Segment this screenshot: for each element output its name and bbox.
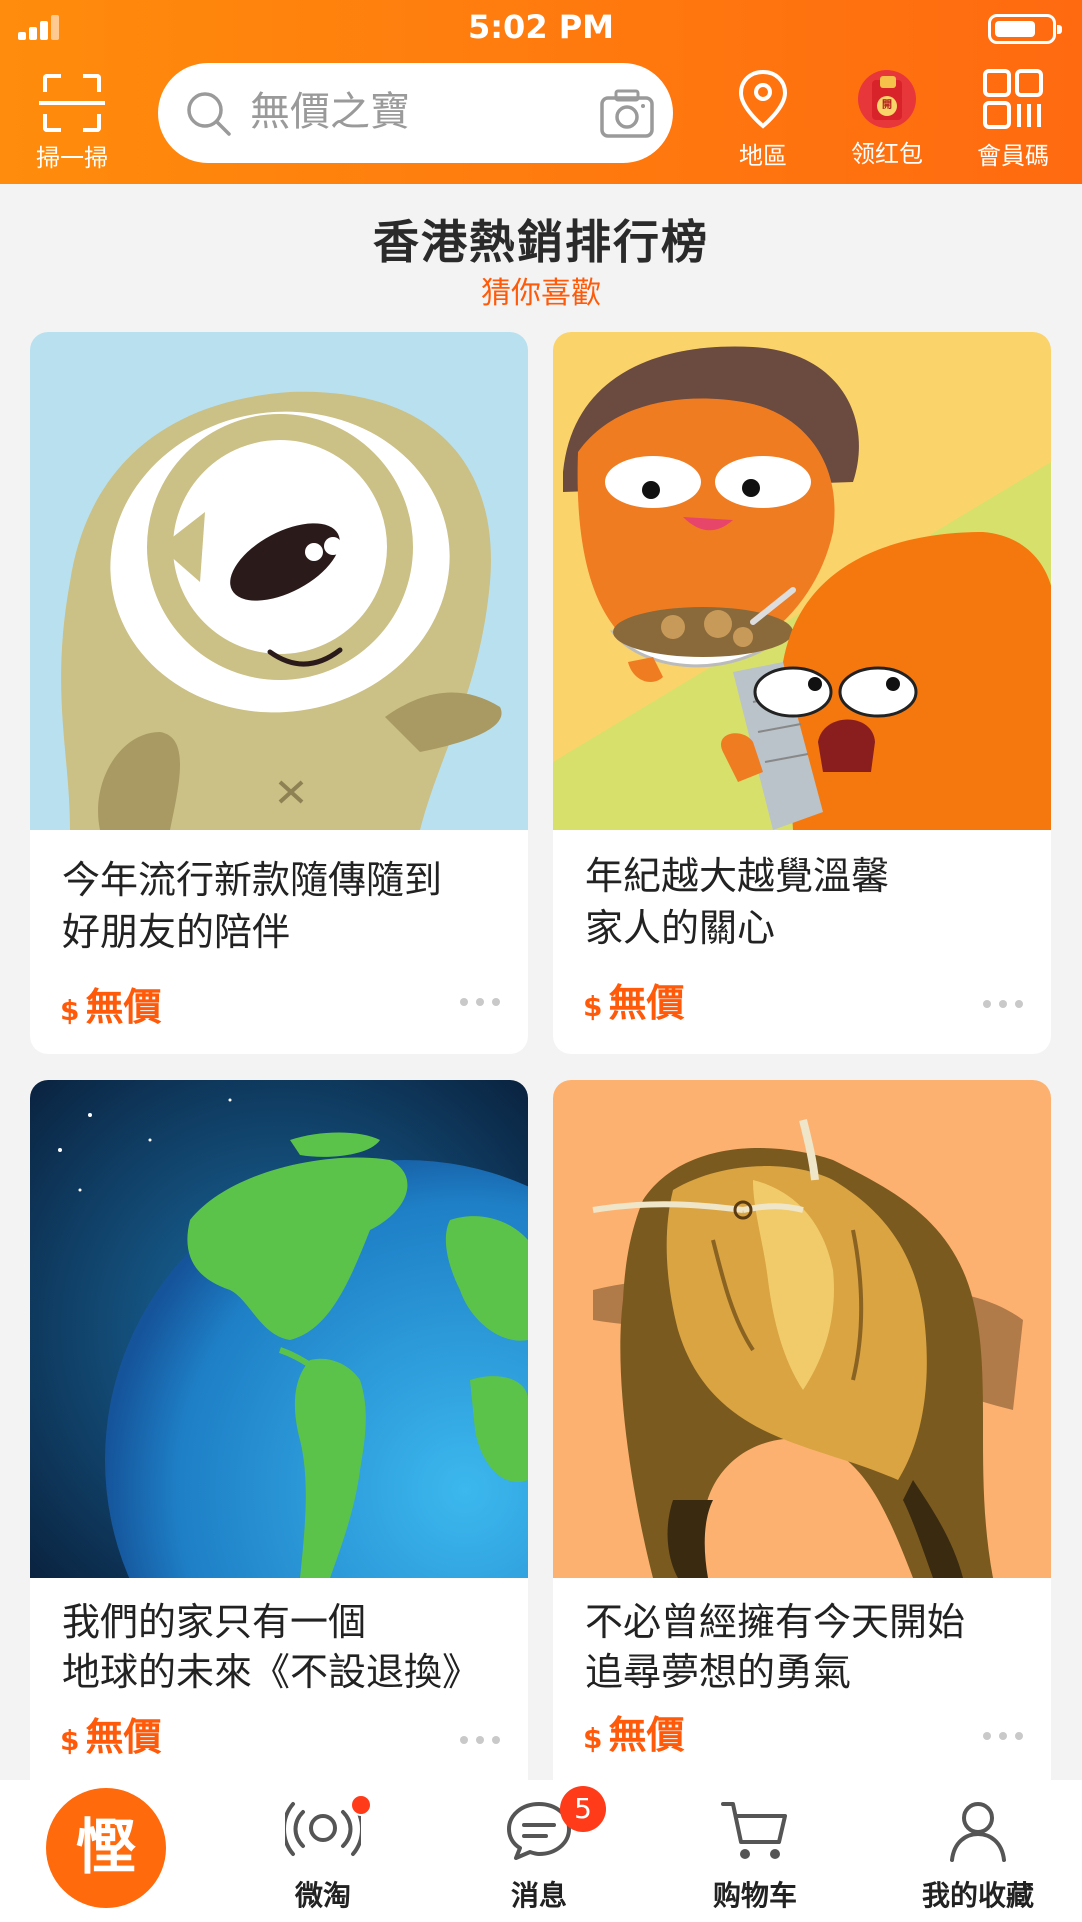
price-amount: 無價 xyxy=(85,1715,162,1759)
section-title: 香港熱銷排行榜 xyxy=(373,215,709,269)
product-title-line2: 追尋夢想的勇氣 xyxy=(585,1650,852,1694)
message-count-badge: 5 xyxy=(560,1786,606,1832)
product-price: $ 無價 xyxy=(583,1704,685,1759)
bottom-nav: 慳 微淘 消息 5 购物车 我的收藏 xyxy=(0,1780,1082,1922)
product-title-line2: 地球的未來《不設退換》 xyxy=(62,1650,481,1694)
product-card[interactable]: 年紀越大越覺溫馨 家人的關心 $ 無價 xyxy=(553,332,1051,1054)
product-image xyxy=(553,332,1051,830)
product-card[interactable]: 今年流行新款隨傳隨到 好朋友的陪伴 $ 無價 xyxy=(30,332,528,1054)
nav-item-messages[interactable]: 消息 5 xyxy=(474,1786,606,1914)
nav-label-favorites: 我的收藏 xyxy=(921,1879,1034,1912)
nav-label-weitao: 微淘 xyxy=(294,1879,351,1912)
product-price: $ 無價 xyxy=(60,976,162,1031)
scan-icon xyxy=(39,74,105,132)
scan-label: 掃一掃 xyxy=(36,144,108,172)
section-subtitle[interactable]: 猜你喜歡 xyxy=(0,268,1082,312)
product-title-line1: 年紀越大越覺溫馨 xyxy=(585,854,890,898)
price-amount: 無價 xyxy=(608,981,685,1025)
search-placeholder: 無價之寶 xyxy=(250,89,410,135)
red-packet-seal: 開 xyxy=(877,96,897,116)
search-bar[interactable]: 無價之寶 xyxy=(158,63,673,163)
status-time: 5:02 PM xyxy=(467,8,615,46)
location-button[interactable]: 地區 xyxy=(718,68,808,171)
price-amount: 無價 xyxy=(608,1713,685,1757)
status-bar: 5:02 PM xyxy=(0,0,1082,56)
product-title-line2: 好朋友的陪伴 xyxy=(62,910,291,954)
nav-label-cart: 购物车 xyxy=(712,1879,797,1912)
price-currency: $ xyxy=(60,994,80,1027)
user-icon xyxy=(950,1802,1006,1862)
price-amount: 無價 xyxy=(85,985,162,1029)
more-options-icon[interactable] xyxy=(983,1000,1023,1010)
member-code-label: 會員碼 xyxy=(977,142,1049,170)
price-currency: $ xyxy=(583,990,603,1023)
nav-item-weitao[interactable]: 微淘 xyxy=(258,1794,388,1914)
member-code-button[interactable]: 會員碼 xyxy=(968,68,1058,171)
product-title-line2: 家人的關心 xyxy=(585,906,776,950)
product-card[interactable]: 不必曾經擁有今天開始 追尋夢想的勇氣 $ 無價 xyxy=(553,1080,1051,1780)
product-image xyxy=(30,332,528,830)
location-label: 地區 xyxy=(739,142,787,170)
nav-label-messages: 消息 xyxy=(510,1879,567,1912)
product-price: $ 無價 xyxy=(60,1706,162,1761)
more-options-icon[interactable] xyxy=(983,1732,1023,1742)
red-packet-icon: 開 xyxy=(858,70,916,128)
nav-item-favorites[interactable]: 我的收藏 xyxy=(908,1798,1048,1914)
more-options-icon[interactable] xyxy=(460,1736,500,1746)
product-card[interactable]: 我們的家只有一個 地球的未來《不設退換》 $ 無價 xyxy=(30,1080,528,1780)
notification-dot xyxy=(350,1794,372,1816)
camera-icon[interactable] xyxy=(599,87,655,141)
price-currency: $ xyxy=(60,1724,80,1757)
product-image xyxy=(553,1080,1051,1578)
red-packet-label: 领红包 xyxy=(851,140,923,168)
product-title-line1: 今年流行新款隨傳隨到 xyxy=(62,858,443,902)
top-header: 5:02 PM 掃一掃 無價之寶 地區 開 领红包 會員碼 xyxy=(0,0,1082,184)
product-title-line1: 不必曾經擁有今天開始 xyxy=(585,1600,966,1644)
nav-item-cart[interactable]: 购物车 xyxy=(690,1798,820,1914)
scan-button[interactable]: 掃一掃 xyxy=(30,70,114,172)
location-pin-icon xyxy=(738,69,788,129)
battery-icon xyxy=(988,14,1062,44)
home-logo-button[interactable]: 慳 xyxy=(46,1788,166,1908)
member-code-icon xyxy=(983,69,1043,129)
more-options-icon[interactable] xyxy=(460,998,500,1008)
product-image xyxy=(30,1080,528,1578)
shopping-cart-icon xyxy=(721,1802,787,1859)
product-title-line1: 我們的家只有一個 xyxy=(62,1600,367,1644)
search-icon xyxy=(187,92,231,136)
price-currency: $ xyxy=(583,1722,603,1755)
red-packet-button[interactable]: 開 领红包 xyxy=(842,68,932,169)
product-price: $ 無價 xyxy=(583,972,685,1027)
